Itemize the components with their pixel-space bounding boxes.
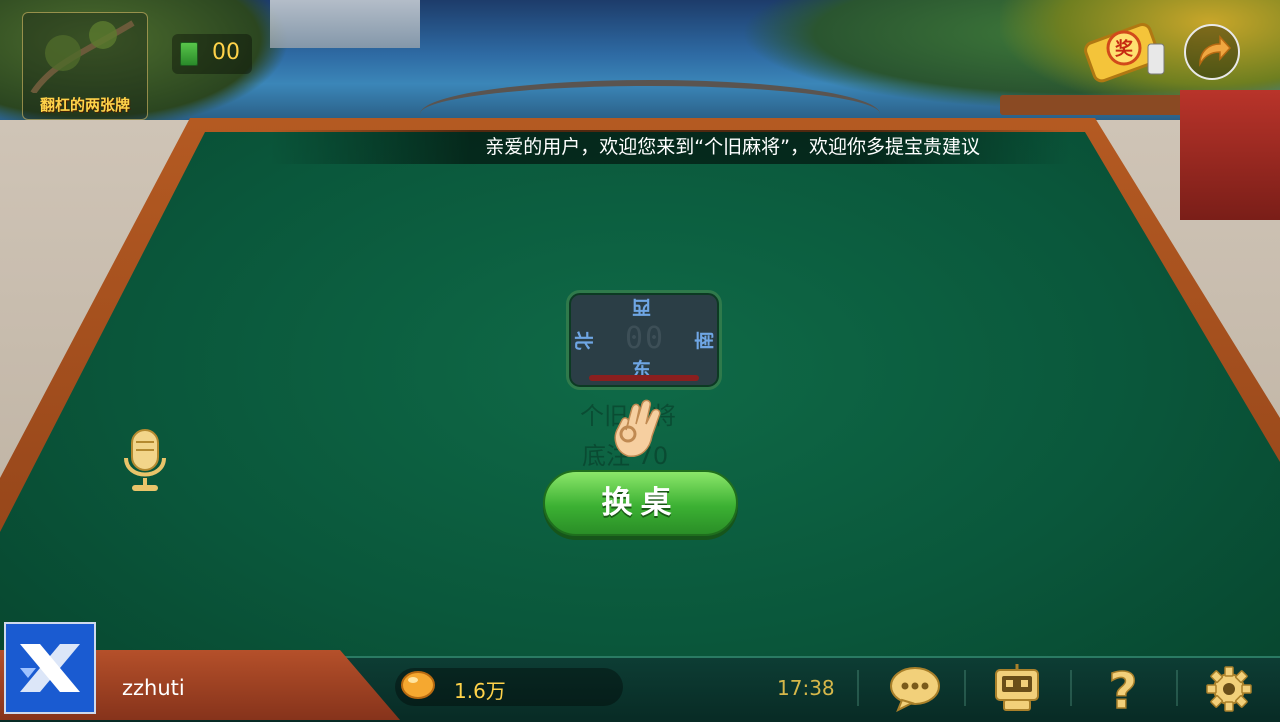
- microphone-icon[interactable]: [120, 428, 170, 494]
- ok-hand-icon: [614, 399, 661, 457]
- compass-left: 北: [572, 330, 595, 351]
- chat-icon[interactable]: [888, 664, 942, 714]
- compass-digits: 00: [625, 321, 666, 356]
- avatar[interactable]: [4, 622, 96, 714]
- side-table: [1000, 95, 1190, 115]
- wind-compass: 西 北 南 东 00: [566, 290, 722, 390]
- clock: 17:38: [777, 676, 835, 700]
- share-arrow-icon: [1199, 35, 1232, 67]
- change-table-button[interactable]: 换桌: [543, 470, 738, 536]
- settings-gear-icon[interactable]: [1202, 664, 1256, 714]
- tile-counter: 00: [172, 34, 252, 74]
- coin-balance-value: 1.6万: [454, 679, 506, 703]
- divider: [964, 670, 966, 706]
- compass-top: 西: [632, 296, 652, 318]
- divider: [1070, 670, 1072, 706]
- username: zzhuti: [122, 676, 185, 700]
- robot-icon[interactable]: [990, 664, 1044, 714]
- notice-marquee: 亲爱的用户，欢迎您来到“个旧麻将”，欢迎你多提宝贵建议: [270, 130, 1070, 164]
- tree-branch-icon: [30, 20, 135, 93]
- avatar-logo-icon: [20, 644, 80, 692]
- divider: [1176, 670, 1178, 706]
- scenery-houses: [270, 0, 420, 48]
- red-cabinet: [1180, 90, 1280, 220]
- gang-tiles-label: 翻杠的两张牌: [39, 96, 130, 114]
- help-icon[interactable]: ?: [1096, 664, 1150, 714]
- compass-turn-bar: [589, 375, 699, 381]
- tile-counter-value: 00: [212, 40, 240, 65]
- svg-text:奖: 奖: [1115, 38, 1134, 60]
- bean-coin-icon: [401, 671, 435, 699]
- compass-right: 南: [693, 330, 716, 351]
- gang-tiles-box: 翻杠的两张牌: [22, 12, 148, 120]
- svg-text:?: ?: [1108, 664, 1137, 714]
- tile-chip-icon: [180, 42, 198, 66]
- share-button[interactable]: [1184, 24, 1240, 80]
- divider: [857, 670, 859, 706]
- reward-scroll-icon[interactable]: 奖: [1078, 18, 1170, 88]
